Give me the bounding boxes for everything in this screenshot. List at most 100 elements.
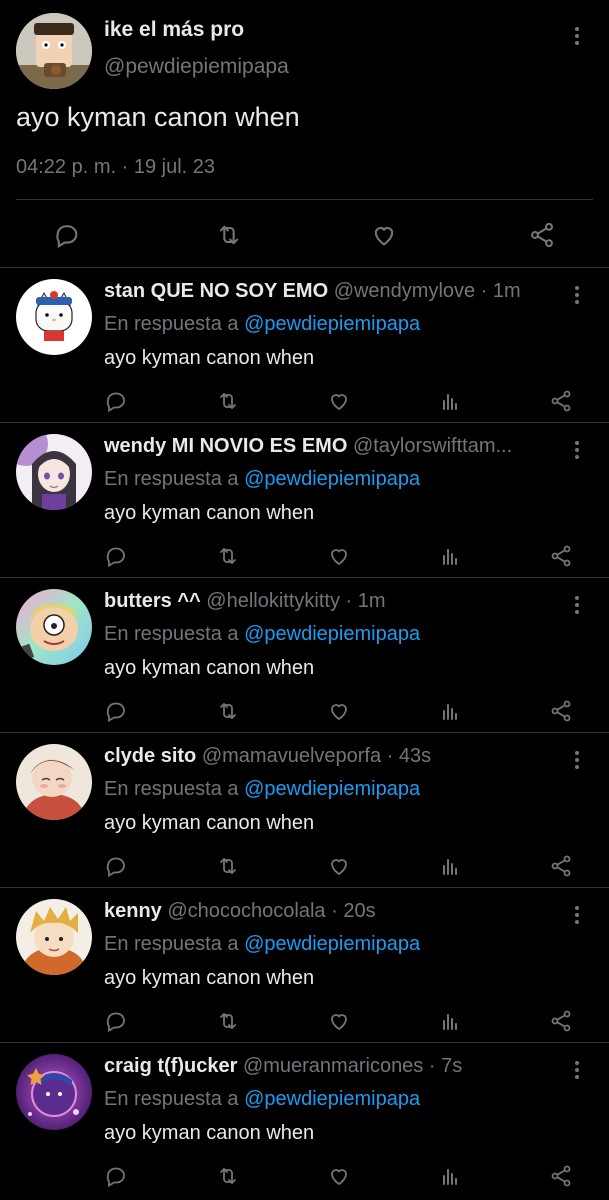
mention-link[interactable]: @pewdiepiemipapa [244,778,420,800]
comment-icon[interactable] [101,541,131,571]
share-icon[interactable] [546,386,576,416]
reply-text: ayo kyman canon when [104,657,315,679]
reply-author-name[interactable]: craig t(f)ucker [104,1055,237,1077]
author-display-name[interactable]: ike el más pro [104,18,244,42]
reply-time[interactable]: · 1m [346,590,386,612]
share-icon[interactable] [546,1161,576,1191]
reply-header: butters ^^ @hellokittykitty · 1m [104,590,554,613]
more-vertical-icon[interactable] [573,596,581,614]
comment-icon[interactable] [101,386,131,416]
reply-tweet[interactable]: craig t(f)ucker @mueranmaricones · 7s En… [0,1043,609,1198]
reply-actions [0,386,609,420]
author-handle[interactable]: @pewdiepiemipapa [104,55,289,79]
more-vertical-icon[interactable] [573,441,581,459]
share-icon[interactable] [546,851,576,881]
share-icon[interactable] [546,1006,576,1036]
reply-tweet[interactable]: wendy MI NOVIO ES EMO @taylorswifttam...… [0,423,609,578]
heart-icon[interactable] [324,386,354,416]
reply-tweet[interactable]: kenny @chocochocolala · 20s En respuesta… [0,888,609,1043]
more-vertical-icon[interactable] [573,751,581,769]
retweet-icon[interactable] [213,1161,243,1191]
divider [16,199,593,200]
in-reply-to: En respuesta a @pewdiepiemipapa [104,778,420,801]
mention-link[interactable]: @pewdiepiemipapa [244,468,420,490]
reply-header: craig t(f)ucker @mueranmaricones · 7s [104,1055,554,1078]
in-reply-to-label: En respuesta a [104,313,239,335]
in-reply-to: En respuesta a @pewdiepiemipapa [104,933,420,956]
comment-icon[interactable] [50,218,84,252]
more-vertical-icon[interactable] [573,27,581,45]
reply-tweet[interactable]: clyde sito @mamavuelveporfa · 43s En res… [0,733,609,888]
reply-author-handle[interactable]: @hellokittykitty [206,590,340,612]
analytics-icon[interactable] [435,1161,465,1191]
reply-author-name[interactable]: kenny [104,900,162,922]
in-reply-to-label: En respuesta a [104,778,239,800]
reply-time[interactable]: · 43s [387,745,431,767]
avatar[interactable] [16,589,92,665]
reply-time[interactable]: · 1m [481,280,521,302]
comment-icon[interactable] [101,1006,131,1036]
heart-icon[interactable] [324,851,354,881]
tweet-text: ayo kyman canon when [16,102,300,132]
in-reply-to: En respuesta a @pewdiepiemipapa [104,313,420,336]
reply-tweet[interactable]: stan QUE NO SOY EMO @wendymylove · 1m En… [0,268,609,423]
avatar[interactable] [16,1054,92,1130]
mention-link[interactable]: @pewdiepiemipapa [244,933,420,955]
heart-icon[interactable] [324,1161,354,1191]
reply-actions [0,1006,609,1040]
analytics-icon[interactable] [435,851,465,881]
heart-icon[interactable] [367,218,401,252]
avatar[interactable] [16,434,92,510]
mention-link[interactable]: @pewdiepiemipapa [244,313,420,335]
comment-icon[interactable] [101,1161,131,1191]
analytics-icon[interactable] [435,386,465,416]
comment-icon[interactable] [101,851,131,881]
retweet-icon[interactable] [213,541,243,571]
reply-author-handle[interactable]: @mamavuelveporfa [202,745,381,767]
share-icon[interactable] [546,696,576,726]
analytics-icon[interactable] [435,541,465,571]
share-icon[interactable] [525,218,559,252]
heart-icon[interactable] [324,1006,354,1036]
avatar[interactable] [16,899,92,975]
retweet-icon[interactable] [213,696,243,726]
reply-author-handle[interactable]: @chocochocolala [167,900,325,922]
reply-tweet[interactable]: butters ^^ @hellokittykitty · 1m En resp… [0,578,609,733]
reply-time[interactable]: · 20s [331,900,375,922]
retweet-icon[interactable] [213,1006,243,1036]
comment-icon[interactable] [101,696,131,726]
reply-author-name[interactable]: stan QUE NO SOY EMO [104,280,328,302]
more-vertical-icon[interactable] [573,286,581,304]
analytics-icon[interactable] [435,1006,465,1036]
reply-text: ayo kyman canon when [104,812,315,834]
reply-author-handle[interactable]: @taylorswifttam... [353,435,512,457]
share-icon[interactable] [546,541,576,571]
reply-author-name[interactable]: wendy MI NOVIO ES EMO [104,435,347,457]
avatar[interactable] [16,279,92,355]
reply-author-handle[interactable]: @mueranmaricones [243,1055,423,1077]
heart-icon[interactable] [324,541,354,571]
tweet-timestamp[interactable]: 04:22 p. m. · 19 jul. 23 [16,156,215,179]
avatar[interactable] [16,744,92,820]
mention-link[interactable]: @pewdiepiemipapa [244,623,420,645]
reply-author-handle[interactable]: @wendymylove [334,280,475,302]
analytics-icon[interactable] [435,696,465,726]
heart-icon[interactable] [324,696,354,726]
retweet-icon[interactable] [212,218,246,252]
in-reply-to: En respuesta a @pewdiepiemipapa [104,1088,420,1111]
reply-author-name[interactable]: butters ^^ [104,590,201,612]
in-reply-to-label: En respuesta a [104,933,239,955]
retweet-icon[interactable] [213,386,243,416]
more-vertical-icon[interactable] [573,1061,581,1079]
retweet-icon[interactable] [213,851,243,881]
reply-text: ayo kyman canon when [104,502,315,524]
reply-time[interactable]: · 7s [429,1055,462,1077]
avatar[interactable] [16,13,92,89]
reply-text: ayo kyman canon when [104,967,315,989]
more-vertical-icon[interactable] [573,906,581,924]
mention-link[interactable]: @pewdiepiemipapa [244,1088,420,1110]
reply-actions [0,696,609,730]
reply-author-name[interactable]: clyde sito [104,745,196,767]
reply-text: ayo kyman canon when [104,1122,315,1144]
in-reply-to-label: En respuesta a [104,623,239,645]
